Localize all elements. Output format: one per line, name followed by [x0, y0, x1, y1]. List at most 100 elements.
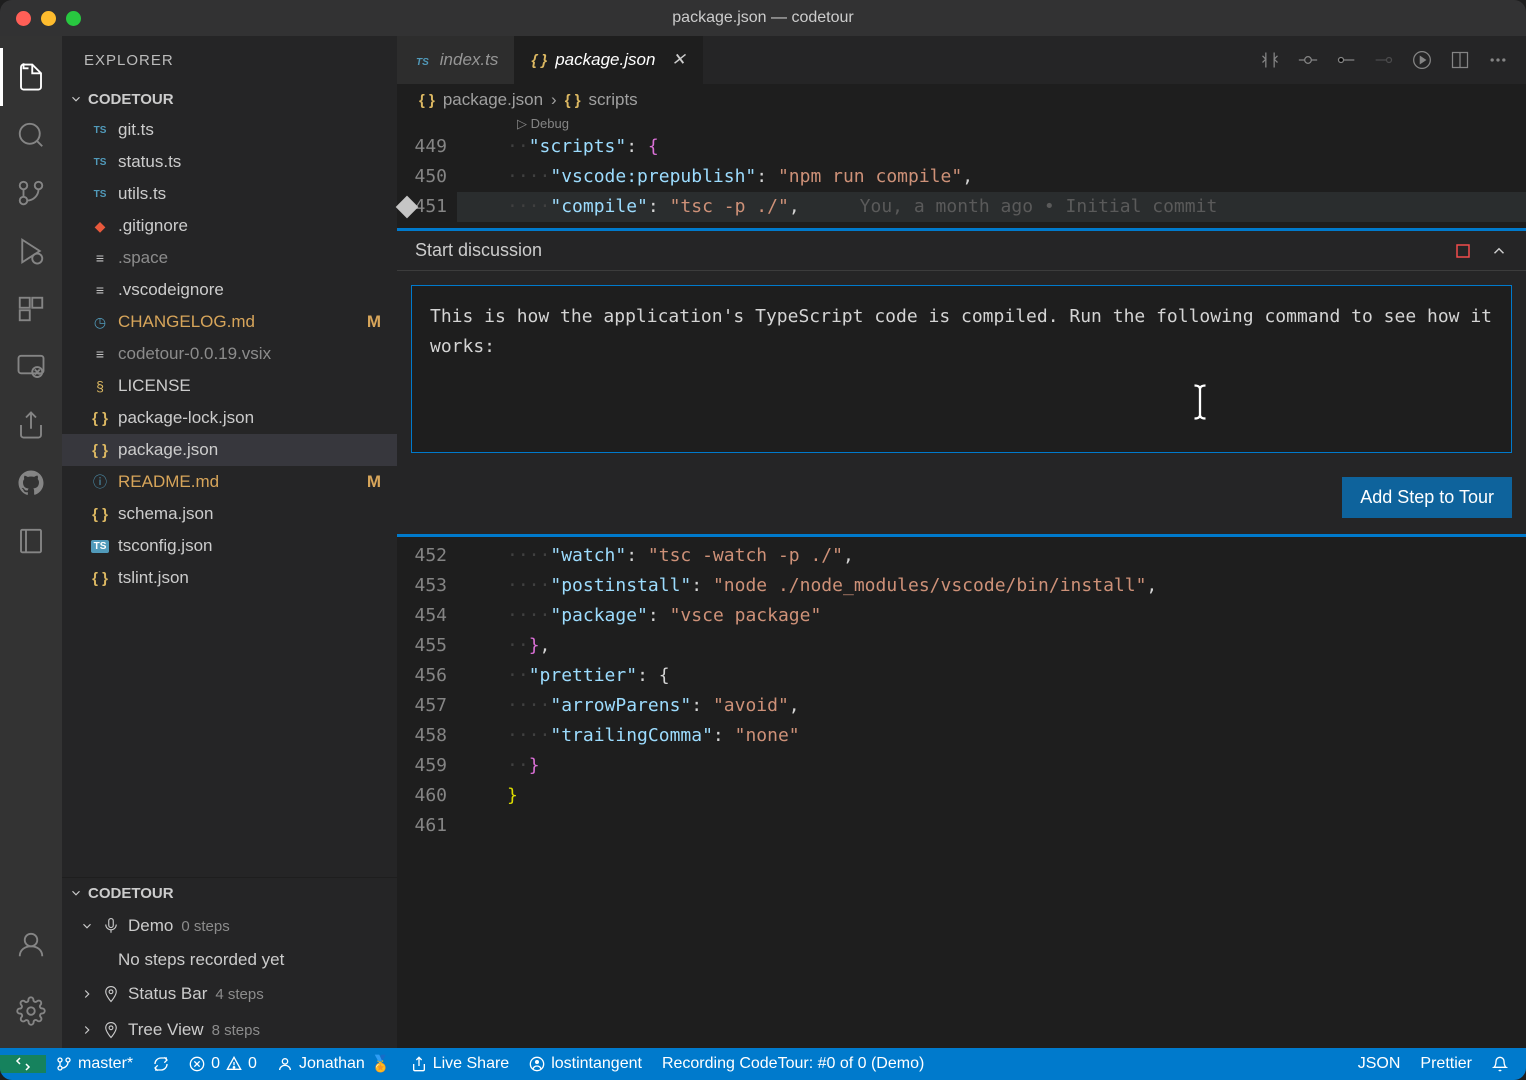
file-icon: §	[90, 378, 110, 394]
split-editor-icon[interactable]	[1450, 50, 1470, 70]
compare-icon[interactable]	[1260, 50, 1280, 70]
activity-explorer[interactable]	[0, 48, 62, 106]
collapse-icon[interactable]	[1490, 242, 1508, 260]
liveshare-icon	[411, 1056, 427, 1072]
file-row-CHANGELOG.md[interactable]: ◷CHANGELOG.mdM	[62, 306, 397, 338]
chevron-icon	[80, 919, 94, 933]
add-step-button[interactable]: Add Step to Tour	[1342, 477, 1512, 518]
map-icon	[102, 1021, 120, 1039]
extensions-icon	[16, 294, 46, 324]
file-icon: ◆	[90, 218, 110, 235]
gear-icon	[16, 996, 46, 1026]
json-icon: { }	[565, 92, 581, 109]
file-icon: ≡	[90, 346, 110, 362]
activity-scm[interactable]	[0, 164, 62, 222]
debug-codelens[interactable]: ▷ Debug	[397, 116, 1526, 132]
activity-debug[interactable]	[0, 222, 62, 280]
tab-index.ts[interactable]: TSindex.ts	[397, 36, 515, 84]
sync-icon	[153, 1056, 169, 1072]
discussion-title: Start discussion	[415, 240, 542, 261]
person-icon	[277, 1056, 293, 1072]
status-bell[interactable]	[1482, 1056, 1518, 1072]
tour-row-Tree View[interactable]: Tree View 8 steps	[62, 1012, 397, 1048]
status-remote[interactable]	[0, 1055, 46, 1073]
run-icon[interactable]	[1412, 50, 1432, 70]
prev-icon[interactable]	[1336, 50, 1356, 70]
mic-icon	[102, 917, 120, 935]
tour-row-Demo[interactable]: Demo 0 steps	[62, 908, 397, 944]
statusbar: master* 0 0 Jonathan 🏅 Live Share	[0, 1048, 1526, 1080]
map-icon	[102, 985, 120, 1003]
window-minimize[interactable]	[41, 11, 56, 26]
stop-icon[interactable]	[1454, 242, 1472, 260]
file-row-.gitignore[interactable]: ◆.gitignore	[62, 210, 397, 242]
status-formatter[interactable]: Prettier	[1410, 1055, 1482, 1073]
file-row-status.ts[interactable]: TSstatus.ts	[62, 146, 397, 178]
file-row-README.md[interactable]: ⓘREADME.mdM	[62, 466, 397, 498]
account-icon	[16, 930, 46, 960]
close-icon[interactable]: ✕	[671, 50, 685, 70]
more-icon[interactable]	[1488, 50, 1508, 70]
tour-row-Status Bar[interactable]: Status Bar 4 steps	[62, 976, 397, 1012]
window-title: package.json — codetour	[672, 9, 853, 27]
file-row-tslint.json[interactable]: { }tslint.json	[62, 562, 397, 594]
status-recording[interactable]: Recording CodeTour: #0 of 0 (Demo)	[652, 1055, 934, 1073]
file-icon: { }	[531, 50, 547, 70]
activity-remote[interactable]	[0, 338, 62, 396]
file-icon: TS	[90, 124, 110, 137]
window-maximize[interactable]	[66, 11, 81, 26]
file-row-.vscodeignore[interactable]: ≡.vscodeignore	[62, 274, 397, 306]
commit-node-icon[interactable]	[1298, 50, 1318, 70]
code-editor-bottom[interactable]: 452453454455456457458459460461 ····"watc…	[397, 541, 1526, 841]
breadcrumb[interactable]: { } package.json › { } scripts	[397, 84, 1526, 116]
git-blame: You, a month ago • Initial commit	[860, 192, 1218, 222]
files-icon	[16, 62, 46, 92]
chevron-down-icon	[66, 92, 86, 106]
status-user[interactable]: Jonathan 🏅	[267, 1054, 401, 1074]
file-icon: ≡	[90, 282, 110, 298]
status-liveshare[interactable]: Live Share	[401, 1055, 520, 1073]
discussion-panel: Start discussion This is how the applica…	[397, 228, 1526, 537]
status-problems[interactable]: 0 0	[179, 1055, 267, 1073]
sidebar-title: EXPLORER	[62, 36, 397, 84]
activity-extensions[interactable]	[0, 280, 62, 338]
codetour-panel-header[interactable]: CODETOUR	[62, 878, 397, 908]
activity-account[interactable]	[0, 916, 62, 974]
file-icon: { }	[90, 506, 110, 523]
file-row-git.ts[interactable]: TSgit.ts	[62, 114, 397, 146]
next-icon[interactable]	[1374, 50, 1394, 70]
file-row-codetour-0.0.19.vsix[interactable]: ≡codetour-0.0.19.vsix	[62, 338, 397, 370]
notebook-icon	[16, 526, 46, 556]
sidebar: EXPLORER CODETOUR TSgit.tsTSstatus.tsTSu…	[62, 36, 397, 1048]
file-row-schema.json[interactable]: { }schema.json	[62, 498, 397, 530]
search-icon	[16, 120, 46, 150]
window-close[interactable]	[16, 11, 31, 26]
tab-package.json[interactable]: { }package.json✕	[515, 36, 702, 84]
status-lang[interactable]: JSON	[1348, 1055, 1411, 1073]
explorer-panel-header[interactable]: CODETOUR	[62, 84, 397, 114]
status-sync[interactable]	[143, 1056, 179, 1072]
file-icon: ◷	[90, 314, 110, 331]
code-editor-top[interactable]: 449450451 ··"scripts": {····"vscode:prep…	[397, 132, 1526, 222]
activity-notebook[interactable]	[0, 512, 62, 570]
file-row-tsconfig.json[interactable]: TStsconfig.json	[62, 530, 397, 562]
status-account[interactable]: lostintangent	[519, 1055, 652, 1073]
error-icon	[189, 1056, 205, 1072]
file-row-package-lock.json[interactable]: { }package-lock.json	[62, 402, 397, 434]
activity-search[interactable]	[0, 106, 62, 164]
status-branch[interactable]: master*	[46, 1055, 143, 1073]
file-row-.space[interactable]: ≡.space	[62, 242, 397, 274]
file-icon: TS	[90, 156, 110, 169]
activity-github[interactable]	[0, 454, 62, 512]
chevron-icon	[80, 987, 94, 1001]
activity-settings[interactable]	[0, 982, 62, 1040]
file-row-LICENSE[interactable]: §LICENSE	[62, 370, 397, 402]
activity-liveshare[interactable]	[0, 396, 62, 454]
file-icon: TS	[90, 540, 110, 553]
file-row-utils.ts[interactable]: TSutils.ts	[62, 178, 397, 210]
branch-icon	[56, 1056, 72, 1072]
activity-bar	[0, 36, 62, 1048]
file-icon: ⓘ	[90, 472, 110, 492]
discussion-textarea[interactable]: This is how the application's TypeScript…	[411, 285, 1512, 453]
file-row-package.json[interactable]: { }package.json	[62, 434, 397, 466]
